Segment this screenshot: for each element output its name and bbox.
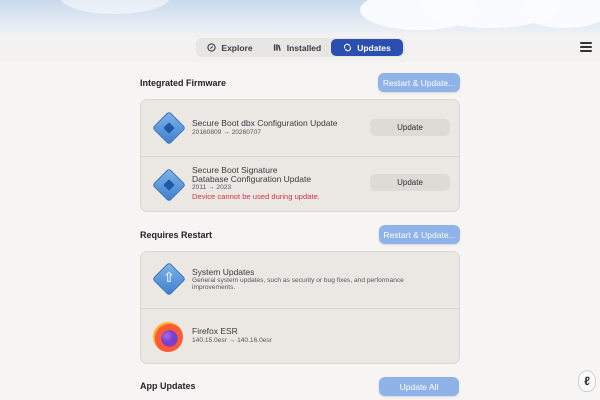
firmware-version: 2011 → 2023 [192, 184, 232, 191]
update-button[interactable]: Update [370, 174, 450, 191]
list-item[interactable]: Secure Boot Signature Database Configura… [141, 157, 459, 213]
firmware-list: Secure Boot dbx Configuration Update 201… [140, 99, 460, 212]
section-title-firmware: Integrated Firmware [140, 78, 227, 88]
app-name: Firefox ESR [192, 326, 238, 336]
warning-text: Device cannot be used during update. [192, 192, 320, 201]
firmware-version: 20160809 → 20260707 [192, 129, 261, 136]
tab-updates[interactable]: Updates [331, 39, 403, 56]
library-icon [273, 44, 281, 51]
update-all-button[interactable]: Update All [379, 377, 459, 396]
app-version: 140.15.0esr → 140.16.0esr [192, 337, 272, 344]
list-item[interactable]: Firefox ESR 140.15.0esr → 140.16.0esr [141, 309, 459, 365]
update-button[interactable]: Update [370, 119, 450, 136]
main-menu-button[interactable] [580, 42, 592, 52]
tab-updates-label: Updates [357, 42, 391, 53]
updates-icon [344, 43, 352, 52]
list-item[interactable]: Secure Boot dbx Configuration Update 201… [141, 100, 459, 156]
restart-update-button[interactable]: Restart & Update... [379, 225, 460, 244]
firmware-icon [152, 168, 186, 202]
desktop-background [0, 0, 600, 34]
view-switcher: Explore Installed Updates [196, 38, 405, 57]
arrow-up-icon: ⇧ [163, 269, 175, 285]
header-bar: Explore Installed Updates [0, 34, 600, 62]
firmware-name-line2: Database Configuration Update [192, 174, 312, 184]
tab-installed[interactable]: Installed [263, 39, 331, 56]
firmware-restart-update-button[interactable]: Restart & Update... [378, 73, 460, 92]
system-updates-desc-line1: General system updates, such as security… [192, 277, 404, 284]
section-title-app-updates: App Updates [140, 381, 196, 391]
tab-explore[interactable]: Explore [197, 39, 263, 56]
system-updates-title: System Updates [192, 267, 255, 277]
list-item[interactable]: ⇧ System Updates General system updates,… [141, 252, 459, 308]
firmware-icon [152, 111, 186, 145]
firefox-icon [153, 322, 183, 352]
mascot-icon: ℓ [578, 370, 596, 392]
system-updates-desc-line2: improvements. [192, 284, 236, 291]
firmware-name: Secure Boot dbx Configuration Update [192, 118, 338, 128]
tab-installed-label: Installed [286, 42, 322, 53]
section-title-restart: Requires Restart [140, 230, 213, 240]
compass-icon [207, 43, 217, 52]
restart-list: ⇧ System Updates General system updates,… [140, 251, 460, 364]
tab-explore-label: Explore [221, 42, 253, 53]
